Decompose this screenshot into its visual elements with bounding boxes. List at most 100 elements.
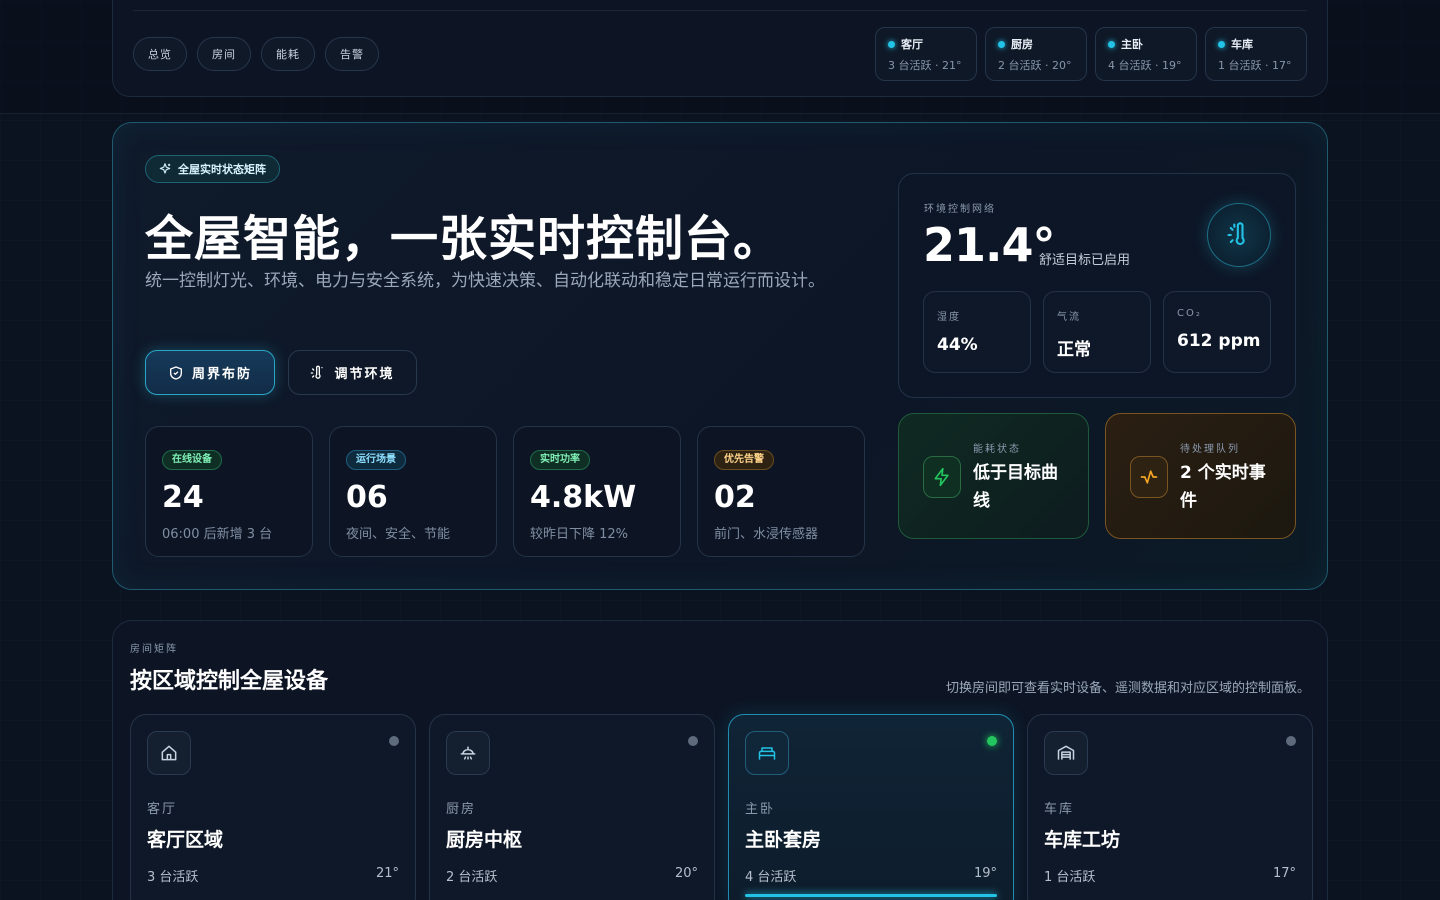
environment-target: 舒适目标已启用: [1039, 253, 1131, 268]
room-active-count: 2 台活跃: [446, 870, 498, 885]
stat-cards: 在线设备 24 06:00 后新增 3 台 运行场景 06 夜间、安全、节能 实…: [145, 426, 865, 557]
room-temperature: 19°: [973, 866, 997, 881]
sparkle-icon: [158, 162, 172, 176]
status-dot: [998, 40, 1005, 48]
room-chip-sub: 4 台活跃 · 19°: [1108, 59, 1182, 72]
room-chip-name: 主卧: [1121, 38, 1143, 51]
stat-note: 06:00 后新增 3 台: [162, 527, 273, 542]
room-active-count: 1 台活跃: [1044, 870, 1096, 885]
adjust-environment-label: 调节环境: [334, 367, 395, 382]
arm-perimeter-label: 周界布防: [191, 367, 252, 382]
hero-description: 统一控制灯光、环境、电力与安全系统，为快速决策、自动化联动和稳定日常运行而设计。: [145, 271, 825, 291]
hero-title: 全屋智能，一张实时控制台。: [145, 211, 783, 267]
nav-divider: [133, 10, 1307, 11]
status-dot: [1218, 40, 1225, 48]
hero-badge-label: 全屋实时状态矩阵: [178, 163, 266, 176]
room-active-count: 3 台活跃: [147, 870, 199, 885]
stat-note: 较昨日下降 12%: [530, 527, 629, 542]
stat-value: 02: [714, 480, 756, 515]
stat-tag: 优先告警: [714, 450, 774, 470]
metric-co2: CO₂ 612 ppm: [1163, 291, 1271, 373]
room-chip-sub: 3 台活跃 · 21°: [888, 59, 962, 72]
nav-tabs: 总览 房间 能耗 告警: [133, 37, 379, 71]
environment-card: 环境控制网络 21.4° 舒适目标已启用 湿度 44% 气流 正常 CO₂ 61…: [898, 173, 1296, 398]
lightning-icon: [923, 456, 961, 498]
stat-tag: 在线设备: [162, 450, 222, 470]
stat-online-devices: 在线设备 24 06:00 后新增 3 台: [145, 426, 313, 557]
room-card-kitchen[interactable]: 厨房 厨房中枢 2 台活跃 20°: [429, 714, 715, 900]
thermometer-icon: [1207, 203, 1271, 267]
room-category: 厨房: [446, 802, 477, 817]
environment-metrics: 湿度 44% 气流 正常 CO₂ 612 ppm: [923, 291, 1271, 373]
metric-label: 湿度: [937, 312, 961, 323]
garage-icon: [1044, 731, 1088, 775]
status-dot: [1108, 40, 1115, 48]
stat-value: 06: [346, 480, 388, 515]
thermometer-sun-icon: [310, 365, 326, 381]
room-chips: 客厅 3 台活跃 · 21° 厨房 2 台活跃 · 20° 主卧 4 台活跃 ·…: [875, 27, 1307, 81]
room-status-dot: [1286, 736, 1296, 746]
stat-tag: 运行场景: [346, 450, 406, 470]
room-name: 厨房中枢: [446, 829, 523, 851]
pending-queue-label: 待处理队列: [1180, 444, 1240, 455]
energy-status-card[interactable]: 能耗状态 低于目标曲线: [898, 413, 1089, 539]
stat-note: 夜间、安全、节能: [346, 527, 451, 542]
metric-label: CO₂: [1177, 308, 1202, 319]
hero-badge: 全屋实时状态矩阵: [145, 155, 280, 183]
room-category: 主卧: [745, 802, 776, 817]
room-card-living[interactable]: 客厅 客厅区域 3 台活跃 21°: [130, 714, 416, 900]
metric-airflow: 气流 正常: [1043, 291, 1151, 373]
room-chip-master[interactable]: 主卧 4 台活跃 · 19°: [1095, 27, 1197, 81]
stat-tag: 实时功率: [530, 450, 590, 470]
room-chip-sub: 2 台活跃 · 20°: [998, 59, 1072, 72]
home-icon: [147, 731, 191, 775]
shield-icon: [168, 365, 184, 381]
energy-status-value: 低于目标曲线: [973, 463, 1058, 511]
rooms-section: 房间矩阵 按区域控制全屋设备 切换房间即可查看实时设备、遥测数据和对应区域的控制…: [112, 620, 1328, 900]
room-card-master[interactable]: 主卧 主卧套房 4 台活跃 19°: [728, 714, 1014, 900]
nav-tab-energy[interactable]: 能耗: [261, 37, 315, 71]
room-cards: 客厅 客厅区域 3 台活跃 21° 厨房 厨房中枢 2 台活跃 20° 主卧 主…: [130, 714, 1313, 900]
stat-value: 24: [162, 480, 204, 515]
metric-humidity: 湿度 44%: [923, 291, 1031, 373]
hero-panel: 全屋实时状态矩阵 全屋智能，一张实时控制台。 统一控制灯光、环境、电力与安全系统…: [112, 122, 1328, 590]
room-status-dot: [389, 736, 399, 746]
room-temperature: 20°: [674, 866, 698, 881]
metric-value: 44%: [937, 335, 978, 355]
nav-tab-overview[interactable]: 总览: [133, 37, 187, 71]
room-chip-kitchen[interactable]: 厨房 2 台活跃 · 20°: [985, 27, 1087, 81]
stat-running-scenes: 运行场景 06 夜间、安全、节能: [329, 426, 497, 557]
bed-icon: [745, 731, 789, 775]
room-card-garage[interactable]: 车库 车库工坊 1 台活跃 17°: [1027, 714, 1313, 900]
arm-perimeter-button[interactable]: 周界布防: [145, 350, 275, 395]
room-chip-sub: 1 台活跃 · 17°: [1218, 59, 1292, 72]
room-chip-name: 厨房: [1011, 38, 1033, 51]
room-temperature: 21°: [375, 866, 399, 881]
cooking-pot-icon: [446, 731, 490, 775]
room-chip-living[interactable]: 客厅 3 台活跃 · 21°: [875, 27, 977, 81]
room-active-count: 4 台活跃: [745, 870, 797, 885]
metric-value: 612 ppm: [1177, 331, 1261, 351]
room-status-dot: [987, 736, 997, 746]
adjust-environment-button[interactable]: 调节环境: [288, 350, 417, 395]
top-nav-card: 总览 房间 能耗 告警 客厅 3 台活跃 · 21° 厨房 2 台活跃 · 20…: [112, 0, 1328, 97]
nav-tab-rooms[interactable]: 房间: [197, 37, 251, 71]
room-chip-name: 客厅: [901, 38, 923, 51]
pending-queue-card[interactable]: 待处理队列 2 个实时事件: [1105, 413, 1296, 539]
stat-priority-alerts: 优先告警 02 前门、水浸传感器: [697, 426, 865, 557]
rooms-eyebrow: 房间矩阵: [130, 644, 178, 655]
active-room-indicator: [745, 894, 997, 897]
nav-tab-alerts[interactable]: 告警: [325, 37, 379, 71]
environment-temperature: 21.4°: [923, 218, 1055, 272]
metric-label: 气流: [1057, 312, 1081, 323]
stat-note: 前门、水浸传感器: [714, 527, 819, 542]
status-dot: [888, 40, 895, 48]
room-category: 客厅: [147, 802, 178, 817]
room-chip-garage[interactable]: 车库 1 台活跃 · 17°: [1205, 27, 1307, 81]
stat-realtime-power: 实时功率 4.8kW 较昨日下降 12%: [513, 426, 681, 557]
energy-status-label: 能耗状态: [973, 444, 1021, 455]
room-chip-name: 车库: [1231, 38, 1253, 51]
rooms-hint: 切换房间即可查看实时设备、遥测数据和对应区域的控制面板。: [945, 681, 1310, 696]
room-category: 车库: [1044, 802, 1075, 817]
metric-value: 正常: [1057, 340, 1091, 360]
